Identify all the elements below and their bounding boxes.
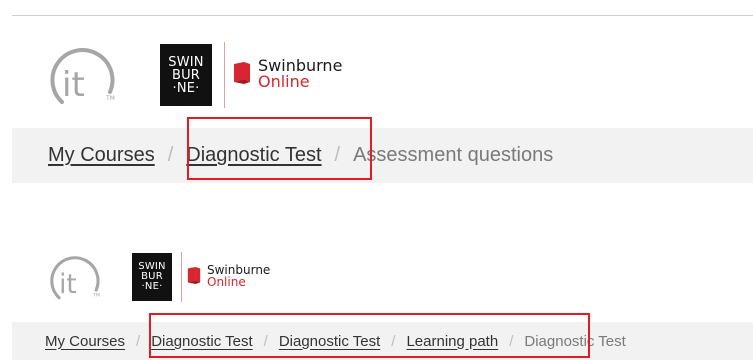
logo-divider — [181, 252, 182, 302]
svg-text:TM: TM — [92, 292, 100, 298]
breadcrumb-my-courses[interactable]: My Courses — [48, 144, 155, 167]
it-logo-text: it — [62, 65, 85, 105]
swinburne-logo-line: SWIN — [168, 54, 204, 70]
swinburne-logo-line: BUR — [171, 67, 201, 83]
swinburne-logo-line: ·NE· — [141, 281, 163, 292]
highlight-box — [149, 313, 590, 358]
swinburne-logo-icon: SWIN BUR ·NE· — [160, 44, 212, 106]
svg-text:TM: TM — [105, 95, 115, 102]
breadcrumb-current: Assessment questions — [353, 144, 554, 166]
red-book-icon — [234, 62, 250, 84]
swinburne-online-brand: Swinburne Online — [187, 264, 270, 288]
highlight-box — [187, 117, 372, 180]
breadcrumb-separator: / — [167, 144, 174, 166]
brand-line-2: Online — [258, 72, 310, 91]
logo-divider — [224, 42, 225, 108]
red-book-icon — [187, 267, 201, 284]
breadcrumb: My Courses / Diagnostic Test / Assessmen… — [12, 128, 753, 183]
top-divider — [12, 15, 753, 16]
header-logos: it TM SWIN BUR ·NE· Swinburne Online — [40, 250, 270, 304]
it-logo-icon[interactable]: it TM — [40, 40, 120, 110]
swinburne-logo-line: ·NE· — [172, 80, 200, 96]
brand-line-2: Online — [207, 275, 246, 289]
swinburne-logo-icon: SWIN BUR ·NE· — [132, 253, 172, 301]
breadcrumb-my-courses[interactable]: My Courses — [45, 333, 125, 350]
it-logo-text: it — [59, 270, 77, 300]
header-logos: it TM SWIN BUR ·NE· Swinburne Online — [40, 40, 342, 110]
breadcrumb-separator: / — [136, 332, 141, 350]
swinburne-online-brand: Swinburne Online — [233, 58, 342, 90]
it-logo-icon[interactable]: it TM — [40, 250, 106, 304]
